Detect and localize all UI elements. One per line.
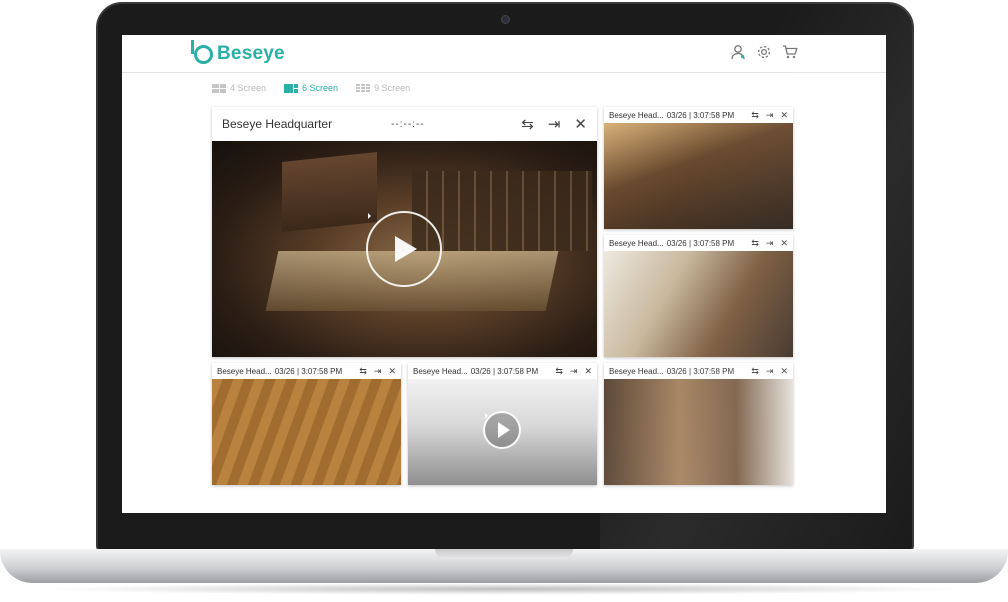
camera-panel-1: Beseye Head... 03/26 | 3:07:58 PM ⇆ ⇥ ✕ [604, 107, 793, 229]
camera-title-3: Beseye Head... [217, 366, 272, 376]
camera-panel-4: Beseye Head... 03/26 | 3:07:58 PM ⇆ ⇥ ✕ [408, 363, 597, 485]
tab-9-screen-label: 9 Screen [374, 83, 411, 93]
swap-icon[interactable]: ⇆ [751, 238, 759, 249]
grid-9-icon [356, 83, 371, 93]
camera-bar-3: Beseye Head... 03/26 | 3:07:58 PM ⇆ ⇥ ✕ [212, 363, 401, 379]
exit-fullscreen-icon[interactable]: ⇥ [766, 238, 774, 249]
camera-panel-5: Beseye Head... 03/26 | 3:07:58 PM ⇆ ⇥ ✕ [604, 363, 793, 485]
main-camera-controls: ⇆ ⇥ ✕ [521, 115, 587, 133]
swap-icon[interactable]: ⇆ [751, 110, 759, 121]
exit-fullscreen-icon[interactable]: ⇥ [548, 115, 561, 133]
laptop-frame: Beseye 4 Screen 6 Screen 9 Screen Beseye… [0, 0, 1008, 602]
camera-feed-5[interactable] [604, 379, 793, 485]
main-camera-panel: Beseye Headquarter --:--:-- ⇆ ⇥ ✕ [212, 107, 597, 357]
close-icon[interactable]: ✕ [584, 366, 592, 377]
close-icon[interactable]: ✕ [388, 366, 396, 377]
close-icon[interactable]: ✕ [780, 110, 788, 121]
laptop-shadow [40, 583, 968, 595]
camera-timestamp-2: 03/26 | 3:07:58 PM [666, 238, 735, 248]
gear-icon[interactable] [756, 44, 772, 60]
camera-timestamp-5: 03/26 | 3:07:58 PM [666, 366, 735, 376]
camera-bar-5: Beseye Head... 03/26 | 3:07:58 PM ⇆ ⇥ ✕ [604, 363, 793, 379]
camera-bar-1: Beseye Head... 03/26 | 3:07:58 PM ⇆ ⇥ ✕ [604, 107, 793, 123]
camera-panel-2: Beseye Head... 03/26 | 3:07:58 PM ⇆ ⇥ ✕ [604, 235, 793, 357]
swap-icon[interactable]: ⇆ [751, 366, 759, 377]
tab-4-screen[interactable]: 4 Screen [212, 83, 266, 93]
camera-feed-3[interactable] [212, 379, 401, 485]
tab-6-screen[interactable]: 6 Screen [284, 83, 338, 93]
camera-timestamp-1: 03/26 | 3:07:58 PM [666, 110, 735, 120]
camera-bar-2: Beseye Head... 03/26 | 3:07:58 PM ⇆ ⇥ ✕ [604, 235, 793, 251]
brand-name: Beseye [217, 43, 285, 64]
swap-icon[interactable]: ⇆ [555, 366, 563, 377]
camera-feed-2[interactable] [604, 251, 793, 357]
close-icon[interactable]: ✕ [780, 238, 788, 249]
layout-mode-tabs: 4 Screen 6 Screen 9 Screen [212, 83, 410, 93]
main-camera-title: Beseye Headquarter [222, 117, 333, 131]
user-icon[interactable] [730, 44, 746, 60]
camera-panel-3: Beseye Head... 03/26 | 3:07:58 PM ⇆ ⇥ ✕ [212, 363, 401, 485]
main-camera-bar: Beseye Headquarter --:--:-- ⇆ ⇥ ✕ [212, 107, 597, 141]
exit-fullscreen-icon[interactable]: ⇥ [766, 110, 774, 121]
camera-title-1: Beseye Head... [609, 110, 664, 120]
swap-icon[interactable]: ⇆ [359, 366, 367, 377]
close-icon[interactable]: ✕ [574, 115, 587, 133]
exit-fullscreen-icon[interactable]: ⇥ [374, 366, 382, 377]
app-header: Beseye [122, 35, 886, 73]
logo-mark-icon [191, 39, 213, 64]
camera-feed-1[interactable] [604, 123, 793, 229]
tab-4-screen-label: 4 Screen [230, 83, 267, 93]
camera-feed-4[interactable] [408, 379, 597, 485]
play-icon [395, 236, 417, 262]
grid-4-icon [212, 83, 226, 93]
scene-shelf [282, 152, 377, 232]
header-actions [730, 44, 798, 60]
camera-timestamp-4: 03/26 | 3:07:58 PM [470, 366, 539, 376]
grid-6-icon [284, 83, 299, 93]
close-icon[interactable]: ✕ [780, 366, 788, 377]
main-camera-feed[interactable] [212, 141, 597, 357]
exit-fullscreen-icon[interactable]: ⇥ [570, 366, 578, 377]
app-screen: Beseye 4 Screen 6 Screen 9 Screen Beseye… [122, 35, 886, 513]
tab-6-screen-label: 6 Screen [302, 83, 339, 93]
webcam [501, 15, 510, 24]
camera-timestamp-3: 03/26 | 3:07:58 PM [274, 366, 343, 376]
main-camera-time: --:--:-- [391, 118, 425, 130]
swap-icon[interactable]: ⇆ [521, 115, 534, 133]
cart-icon[interactable] [782, 44, 798, 60]
camera-bar-4: Beseye Head... 03/26 | 3:07:58 PM ⇆ ⇥ ✕ [408, 363, 597, 379]
camera-title-2: Beseye Head... [609, 238, 664, 248]
camera-title-5: Beseye Head... [609, 366, 664, 376]
exit-fullscreen-icon[interactable]: ⇥ [766, 366, 774, 377]
brand-logo[interactable]: Beseye [191, 39, 285, 65]
tab-9-screen[interactable]: 9 Screen [356, 83, 410, 93]
laptop-notch [435, 549, 573, 559]
play-icon [498, 422, 510, 438]
camera-title-4: Beseye Head... [413, 366, 468, 376]
